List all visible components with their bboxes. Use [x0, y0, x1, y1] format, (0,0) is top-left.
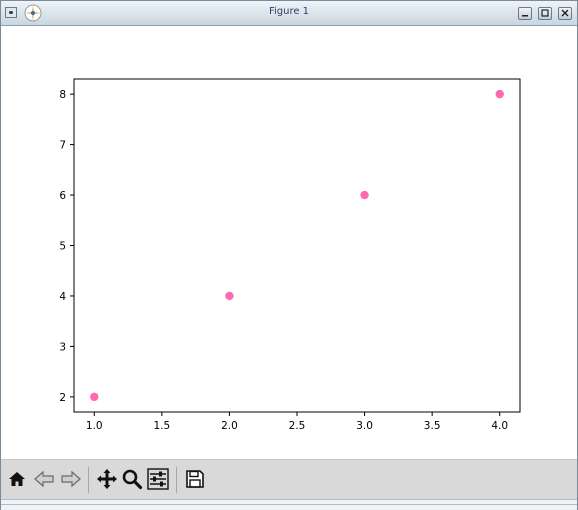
x-axis: 1.0 1.5 2.0 2.5 3.0 3.5 4.0	[86, 412, 508, 432]
x-tick-label: 3.0	[356, 420, 373, 432]
y-tick-label: 6	[59, 190, 66, 202]
y-tick-label: 7	[59, 140, 66, 152]
save-button[interactable]	[183, 469, 207, 493]
scatter-point	[90, 392, 99, 402]
y-tick-label: 3	[59, 341, 66, 353]
scatter-point	[360, 190, 369, 200]
close-button[interactable]	[558, 7, 572, 20]
scatter-point	[225, 291, 234, 301]
y-tick-label: 5	[59, 241, 66, 253]
x-tick-label: 2.0	[221, 420, 238, 432]
title-bar[interactable]: Figure 1	[1, 1, 577, 26]
y-axis: 2 3 4 5 6 7 8	[59, 89, 74, 404]
x-tick-label: 3.5	[424, 420, 441, 432]
scatter-point	[495, 89, 504, 99]
floppy-disk-icon	[185, 469, 205, 493]
pan-button[interactable]	[95, 469, 119, 493]
minimize-icon	[520, 11, 530, 21]
x-tick-label: 4.0	[491, 420, 508, 432]
arrow-left-icon	[33, 469, 55, 493]
home-icon	[7, 469, 27, 493]
forward-button[interactable]	[59, 469, 83, 493]
x-tick-label: 2.5	[289, 420, 306, 432]
zoom-button[interactable]	[120, 469, 144, 493]
scatter-plot: 1.0 1.5 2.0 2.5 3.0 3.5 4.0 2 3 4 5 6 7 8	[59, 78, 521, 432]
close-icon	[560, 9, 570, 21]
navigation-toolbar	[1, 459, 577, 500]
back-button[interactable]	[32, 469, 56, 493]
figure-canvas[interactable]: 1.0 1.5 2.0 2.5 3.0 3.5 4.0 2 3 4 5 6 7 8	[1, 26, 577, 459]
maximize-icon	[540, 9, 550, 21]
move-icon	[96, 468, 118, 494]
arrow-right-icon	[60, 469, 82, 493]
axes-frame	[73, 78, 521, 413]
y-tick-label: 2	[59, 392, 66, 404]
x-tick-label: 1.5	[153, 420, 170, 432]
home-button[interactable]	[5, 469, 29, 493]
y-tick-label: 8	[59, 89, 66, 101]
x-tick-label: 1.0	[86, 420, 103, 432]
configure-subplots-button[interactable]	[146, 468, 170, 494]
window-bottom-border	[1, 499, 577, 510]
figure-window: Figure 1 1.0 1.5 2.0 2.5 3.0 3.5 4.0 2 3 4 5 6 7 8	[0, 0, 578, 510]
toolbar-separator	[88, 467, 89, 493]
y-tick-label: 4	[59, 291, 66, 303]
magnifier-icon	[121, 468, 143, 494]
minimize-button[interactable]	[518, 7, 532, 20]
maximize-button[interactable]	[538, 7, 552, 20]
window-title: Figure 1	[268, 6, 310, 17]
toolbar-separator	[176, 467, 177, 493]
sliders-icon	[147, 468, 169, 494]
